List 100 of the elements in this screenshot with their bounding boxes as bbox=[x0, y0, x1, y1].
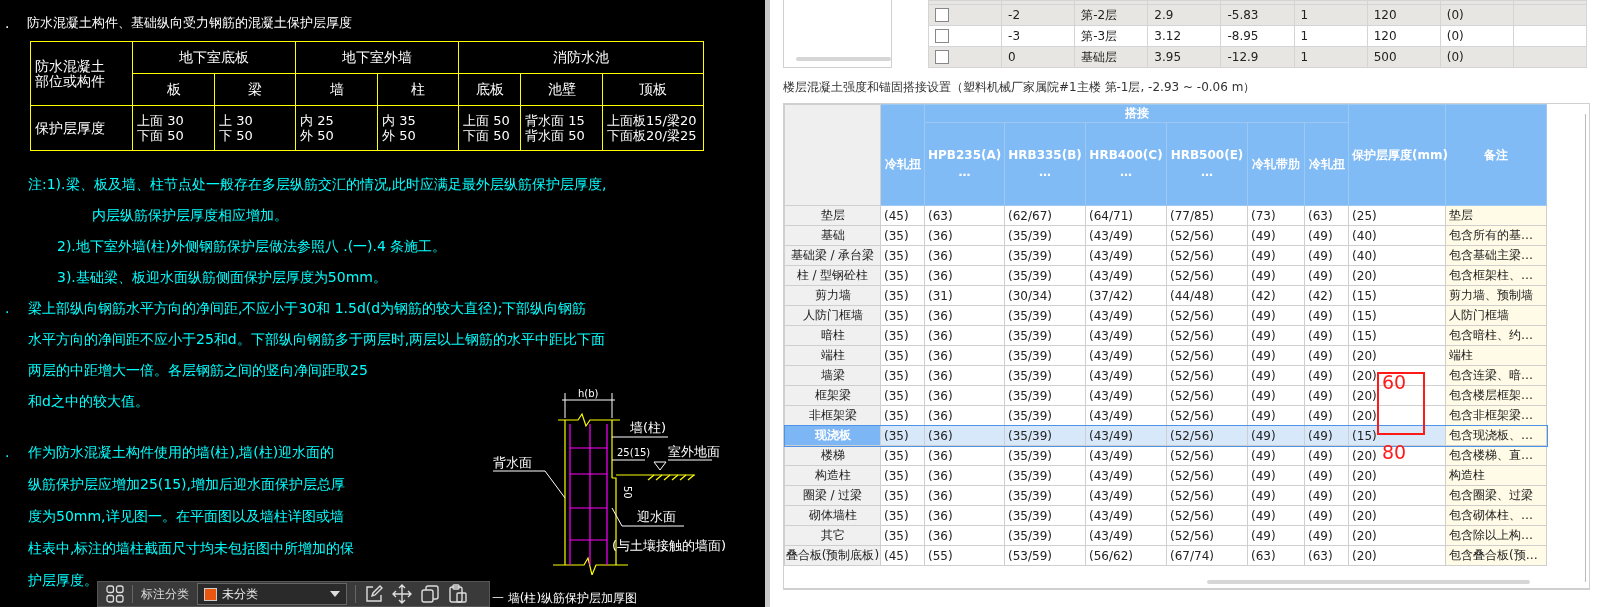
table-cell: (15) bbox=[1348, 425, 1446, 446]
caret-icon bbox=[330, 591, 340, 597]
table-header: 消防水池 bbox=[458, 41, 704, 74]
column-header: HRB500(E) … bbox=[1166, 122, 1248, 206]
column-header: 冷轧扭 bbox=[880, 104, 925, 206]
note-text: 内层纵筋保护层厚度相应增加。 bbox=[91, 206, 289, 225]
table-cell: 保护层厚度 bbox=[30, 105, 133, 151]
row-header[interactable]: 端柱 bbox=[784, 345, 881, 366]
selected-row[interactable]: 现浇板 (35) (36) (35/39) (43/49) (52/56) (49) (49) (15) 包含现浇板、… bbox=[784, 425, 1547, 446]
column-header: 冷轧扭 bbox=[1304, 122, 1349, 206]
table-cell: (49) bbox=[1247, 425, 1305, 446]
scrollbar-thumb[interactable] bbox=[1207, 580, 1530, 584]
note-text: 柱表中,标注的墙柱截面尺寸均未包括图中所增加的保 bbox=[28, 539, 355, 558]
row-header[interactable]: 基础 bbox=[784, 225, 881, 246]
row-header[interactable]: 构造柱 bbox=[784, 465, 881, 486]
column-group-header: 搭接 bbox=[924, 104, 1349, 123]
water-face-note: (与土壤接触的墙面) bbox=[612, 538, 727, 553]
dimension-label: 25(15) bbox=[617, 447, 651, 458]
row-header[interactable]: 叠合板(预制底板) bbox=[784, 545, 881, 566]
section-number: . bbox=[4, 14, 11, 33]
table-header: 顶板 bbox=[602, 73, 704, 106]
section-caption: 楼层混凝土强度和锚固搭接设置（塑料机械厂家属院#1主楼 第-1层, -2.93 ~ -0.06 m） bbox=[783, 79, 1257, 96]
table-cell: 120 bbox=[1367, 25, 1441, 47]
table-header: 梁 bbox=[214, 73, 296, 106]
table-cell: 包含现浇板、… bbox=[1445, 425, 1547, 446]
dimension-label: 50 bbox=[622, 486, 633, 499]
note-text: 和d之中的较大值。 bbox=[28, 392, 149, 411]
water-face-label: 迎水面 bbox=[637, 509, 676, 524]
table-cell: (35) bbox=[880, 425, 925, 446]
category-dropdown[interactable]: 未分类 bbox=[197, 583, 347, 605]
table-header: 地下室底板 bbox=[132, 41, 296, 74]
back-face-label: 背水面 bbox=[493, 455, 532, 470]
copy-icon[interactable] bbox=[420, 584, 440, 604]
note-text: 度为50mm,详见图一。在平面图以及墙柱详图或墙 bbox=[28, 507, 344, 526]
note-text: 作为防水混凝土构件使用的墙(柱),墙(柱)迎水面的 bbox=[28, 443, 335, 462]
table-cell: 部位或构件 bbox=[35, 73, 105, 89]
table-header: 池壁 bbox=[520, 73, 603, 106]
table-cell: 1 bbox=[1294, 25, 1368, 47]
table-cell: 上面板15/梁20 下面板20/梁25 bbox=[602, 105, 704, 151]
checkbox[interactable] bbox=[935, 50, 949, 65]
row-header[interactable]: 墙梁 bbox=[784, 365, 881, 386]
category-label: 标注分类 bbox=[141, 585, 189, 603]
table-cell: (35/39) bbox=[1004, 425, 1086, 446]
row-header[interactable]: 框架梁 bbox=[784, 385, 881, 406]
table-cell: 上面 30 下面 50 bbox=[132, 105, 215, 151]
section-number: . bbox=[4, 443, 11, 462]
note-text: 梁上部纵向钢筋水平方向的净间距,不应小于30和 1.5d(d为钢筋的较大直径);下部纵向钢筋 bbox=[28, 299, 587, 318]
row-header[interactable]: 圈梁 / 过梁 bbox=[784, 485, 881, 506]
figure-caption: 一 墙(柱)纵筋保护层加厚图 bbox=[492, 590, 638, 607]
note-text: 注:1).梁、板及墙、柱节点处一般存在多层纵筋交汇的情况,此时应满足最外层纵筋保护层厚度, bbox=[27, 175, 608, 194]
table-cell: 内 25 外 50 bbox=[295, 105, 378, 151]
table-header: 地下室外墙 bbox=[295, 41, 459, 74]
row-header[interactable]: 柱 / 型钢砼柱 bbox=[784, 265, 881, 286]
table-cell: (43/49) bbox=[1085, 425, 1167, 446]
row-header[interactable]: 人防门框墙 bbox=[784, 305, 881, 326]
row-header[interactable]: 垫层 bbox=[784, 205, 881, 226]
table-cell: (49) bbox=[1304, 425, 1349, 446]
note-text: 2).地下室外墙(柱)外侧钢筋保护层做法参照八 .(一).4 条施工。 bbox=[56, 237, 448, 256]
table-cell: 上面 50 下面 50 bbox=[458, 105, 521, 151]
table-header: 柱 bbox=[377, 73, 459, 106]
move-icon[interactable] bbox=[392, 584, 412, 604]
column-header: 保护层厚度(mm) bbox=[1348, 104, 1446, 206]
grid-icon[interactable] bbox=[106, 585, 124, 603]
table-header: 板 bbox=[132, 73, 215, 106]
paste-icon[interactable] bbox=[448, 584, 468, 604]
column-header: 冷轧带肋 bbox=[1247, 122, 1305, 206]
table-cell: (52/56) bbox=[1166, 425, 1248, 446]
ground-label: 室外地面 bbox=[668, 444, 720, 459]
dropdown-value: 未分类 bbox=[222, 585, 259, 603]
row-header[interactable]: 暗柱 bbox=[784, 325, 881, 346]
table-cell: 背水面 15 背水面 50 bbox=[520, 105, 603, 151]
column-header: HRB400(C) … bbox=[1085, 122, 1167, 206]
row-header[interactable]: 剪力墙 bbox=[784, 285, 881, 306]
table-header: 底板 bbox=[458, 73, 521, 106]
table-cell: 内 35 外 50 bbox=[377, 105, 459, 151]
scrollbar-thumb[interactable] bbox=[796, 57, 891, 61]
note-text: 护层厚度。 bbox=[28, 571, 98, 590]
section-title: 防水混凝土构件、基础纵向受力钢筋的混凝土保护层厚度 bbox=[27, 14, 352, 32]
note-text: 3).基础梁、板迎水面纵筋侧面保护层厚度为50mm。 bbox=[56, 268, 388, 287]
table-cell: -3 bbox=[1001, 25, 1075, 47]
wall-label: 墙(柱) bbox=[630, 420, 667, 435]
edit-icon[interactable] bbox=[364, 584, 384, 604]
annotation-box bbox=[1377, 372, 1425, 435]
row-header[interactable]: 基础梁 / 承台梁 bbox=[784, 245, 881, 266]
row-header[interactable]: 其它 bbox=[784, 525, 881, 546]
note-text: 两层的中距增大一倍。各层钢筋之间的竖向净间距取25 bbox=[28, 361, 368, 380]
checkbox[interactable] bbox=[935, 29, 949, 44]
row-header[interactable]: 砌体墙柱 bbox=[784, 505, 881, 526]
table-cell: 第-3层 bbox=[1074, 25, 1148, 47]
column-header: HPB235(A) … bbox=[924, 122, 1005, 206]
table-cell: 上 30 下 50 bbox=[214, 105, 296, 151]
row-header[interactable]: 楼梯 bbox=[784, 445, 881, 466]
table-cell: -8.95 bbox=[1220, 25, 1295, 47]
row-header[interactable]: 非框架梁 bbox=[784, 405, 881, 426]
table-cell: 3.12 bbox=[1147, 25, 1221, 47]
table-cell: 防水混凝土 bbox=[35, 58, 105, 74]
checkbox[interactable] bbox=[935, 8, 949, 23]
dimension-label: h(b) bbox=[578, 388, 599, 399]
table-cell: (36) bbox=[924, 425, 1005, 446]
table-header: 墙 bbox=[295, 73, 378, 106]
